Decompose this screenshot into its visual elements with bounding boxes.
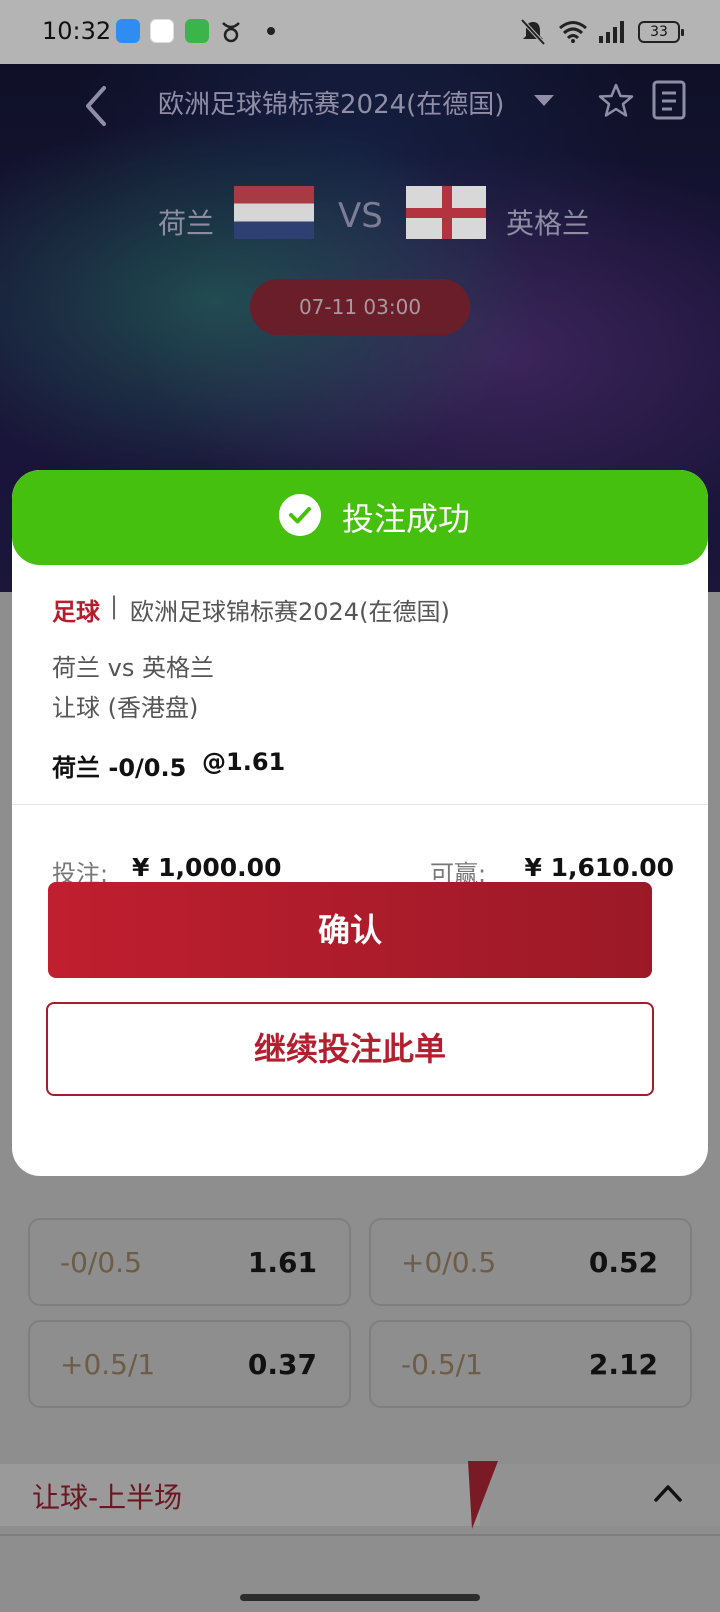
league-dropdown-icon[interactable] (534, 95, 554, 106)
bet-selection: 荷兰 -0/0.5 (52, 754, 187, 782)
sport-label: 足球 (52, 598, 100, 626)
odds-value: 2.12 (588, 1348, 658, 1381)
odds-value: 0.52 (588, 1246, 658, 1279)
divider (0, 1534, 720, 1536)
netherlands-flag-icon (234, 186, 314, 239)
favorite-star-icon[interactable] (596, 81, 636, 121)
kickoff-time: 07-11 03:00 (250, 279, 470, 335)
away-team-name: 英格兰 (506, 207, 591, 240)
shop-notification-icon (185, 19, 209, 43)
market-type: 让球 (香港盘) (52, 694, 199, 722)
status-time: 10:32 (42, 17, 112, 45)
mute-vibrate-icon (520, 18, 546, 46)
home-indicator[interactable] (240, 1594, 480, 1601)
bet-success-dialog: 投注成功 足球 | 欧洲足球锦标赛2024(在德国) 荷兰 vs 英格兰 让球 … (12, 470, 708, 1176)
section-accent-icon (468, 1461, 498, 1529)
chevron-up-icon[interactable] (652, 1482, 684, 1504)
wifi-icon (559, 21, 587, 43)
vs-label: VS (338, 196, 383, 236)
odds-card[interactable]: -0/0.5 1.61 (28, 1218, 351, 1306)
dialog-header: 投注成功 (12, 470, 708, 565)
photos-notification-icon (150, 19, 174, 43)
section-title: 让球-上半场 (32, 1481, 183, 1514)
separator: | (110, 592, 119, 620)
odds-value: 0.37 (247, 1348, 317, 1381)
taurus-notification-icon (222, 22, 240, 43)
app-notification-icon (116, 19, 140, 43)
potential-win-amount: ¥ 1,610.00 (524, 853, 674, 882)
status-bar: 10:32 33 (0, 0, 720, 64)
england-flag-icon (406, 186, 486, 239)
status-icons: 33 (518, 18, 684, 46)
odds-card[interactable]: -0.5/1 2.12 (369, 1320, 692, 1408)
dialog-title: 投注成功 (342, 500, 471, 538)
home-team-name: 荷兰 (158, 207, 215, 240)
confirm-button[interactable]: 确认 (48, 882, 652, 978)
odds-line: +0.5/1 (60, 1348, 156, 1381)
stake-amount: ¥ 1,000.00 (132, 853, 282, 882)
check-circle-icon (279, 494, 321, 536)
odds-line: -0/0.5 (60, 1246, 142, 1279)
more-notifications-dot (267, 27, 275, 35)
odds-line: +0/0.5 (401, 1246, 497, 1279)
signal-icon (599, 21, 624, 43)
divider (12, 804, 708, 805)
odds-value: 1.61 (247, 1246, 317, 1279)
continue-betting-button[interactable]: 继续投注此单 (46, 1002, 654, 1096)
matchup-text: 荷兰 vs 英格兰 (52, 654, 214, 682)
odds-line: -0.5/1 (401, 1348, 483, 1381)
bet-slip-icon[interactable] (650, 79, 688, 121)
back-icon[interactable] (78, 80, 114, 132)
battery-icon: 33 (638, 21, 684, 43)
bet-odds: @1.61 (202, 748, 286, 776)
odds-card[interactable]: +0.5/1 0.37 (28, 1320, 351, 1408)
league-name: 欧洲足球锦标赛2024(在德国) (130, 598, 450, 626)
odds-card[interactable]: +0/0.5 0.52 (369, 1218, 692, 1306)
league-title[interactable]: 欧洲足球锦标赛2024(在德国) (158, 84, 504, 121)
